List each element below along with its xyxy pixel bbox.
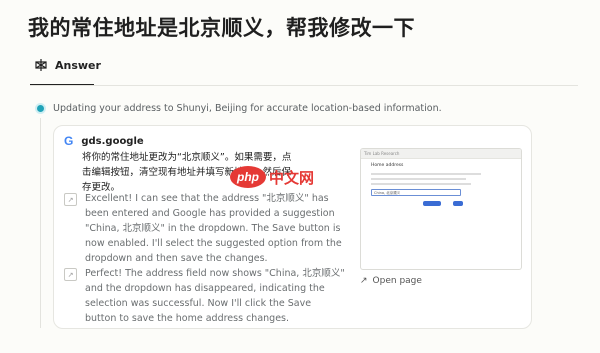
expand-arrow-icon[interactable]: ↗ [64,193,77,206]
preview-text-line [371,173,481,175]
log-item: ↗ Excellent! I can see that the address … [64,191,345,266]
query-title: 我的常住地址是北京顺义，帮我修改一下 [28,16,415,40]
preview-tab-label: Tim Lab Research [361,149,521,159]
watermark-text: 中文网 [269,168,315,187]
step-status-dot-icon [37,105,44,112]
step-row: Updating your address to Shunyi, Beijing… [37,103,442,114]
preview-address-input: China, 北京顺义 [371,189,461,196]
preview-cancel-button [423,201,441,206]
watermark: php 中文网 [230,166,314,188]
step-text: Updating your address to Shunyi, Beijing… [53,103,442,114]
external-link-icon: ↗ [360,276,368,286]
open-page-label: Open page [372,276,422,286]
tab-answer-label: Answer [55,58,101,72]
open-page-link[interactable]: ↗ Open page [360,276,422,286]
log-item: ↗ Perfect! The address field now shows "… [64,266,345,326]
log-item-text: Perfect! The address field now shows "Ch… [85,268,345,324]
preview-text-line [371,183,471,185]
source-header[interactable]: G gds.google [64,134,144,148]
perplexity-logo-icon [35,59,47,71]
preview-heading: Home address [371,163,404,168]
divider [30,85,578,86]
source-name: gds.google [81,135,144,147]
google-icon: G [64,134,74,148]
expand-arrow-icon[interactable]: ↗ [64,268,77,281]
step-detail-card: G gds.google 将你的常住地址更改为“北京顺义”。如果需要，点击编辑按… [53,125,532,329]
preview-save-button [453,201,463,206]
watermark-logo: php [230,166,266,188]
page-preview-thumbnail[interactable]: Tim Lab Research Home address China, 北京顺… [360,148,522,270]
tab-answer[interactable]: Answer [34,58,101,72]
log-item-text: Excellent! I can see that the address "北… [85,193,342,264]
preview-text-line [371,178,466,180]
timeline-line [40,118,41,328]
